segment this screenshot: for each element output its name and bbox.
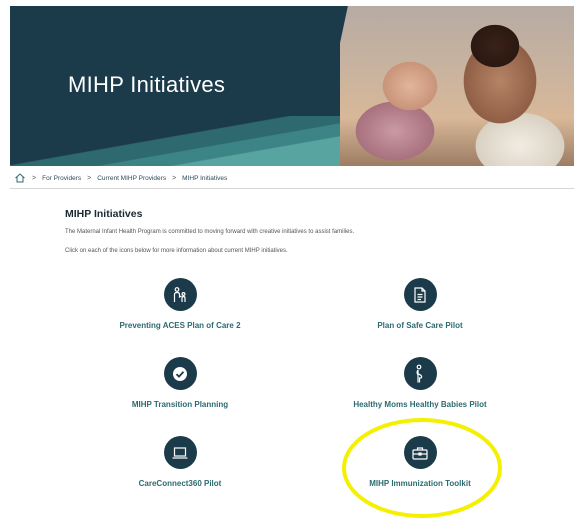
- breadcrumb-for-providers[interactable]: For Providers: [42, 175, 81, 182]
- intro-paragraph: The Maternal Infant Health Program is co…: [65, 229, 355, 235]
- initiative-careconnect360[interactable]: CareConnect360 Pilot: [90, 436, 270, 488]
- initiative-transition-planning[interactable]: MIHP Transition Planning: [90, 357, 270, 409]
- pregnant-person-icon[interactable]: [403, 357, 437, 390]
- home-icon[interactable]: [14, 172, 26, 184]
- initiative-label[interactable]: CareConnect360 Pilot: [90, 479, 270, 488]
- checkmark-icon[interactable]: [163, 357, 197, 390]
- initiative-healthy-moms[interactable]: Healthy Moms Healthy Babies Pilot: [330, 357, 510, 409]
- instructions-paragraph: Click on each of the icons below for mor…: [65, 248, 288, 254]
- initiative-plan-of-safe-care[interactable]: Plan of Safe Care Pilot: [330, 278, 510, 330]
- initiative-label[interactable]: Healthy Moms Healthy Babies Pilot: [330, 400, 510, 409]
- hero-teal-accent: [10, 116, 340, 166]
- breadcrumb-separator: >: [172, 174, 177, 182]
- breadcrumb-divider: [10, 188, 574, 189]
- hero-title: MIHP Initiatives: [68, 72, 226, 97]
- breadcrumb-separator: >: [32, 174, 37, 182]
- initiative-preventing-aces[interactable]: Preventing ACES Plan of Care 2: [90, 278, 270, 330]
- initiative-label[interactable]: MIHP Transition Planning: [90, 400, 270, 409]
- parent-child-icon[interactable]: [163, 278, 197, 311]
- document-icon[interactable]: [403, 278, 437, 311]
- breadcrumb-mihp-initiatives: MIHP Initiatives: [182, 174, 228, 182]
- breadcrumb-separator: >: [87, 174, 92, 182]
- breadcrumb: > For Providers > Current MIHP Providers…: [14, 171, 227, 185]
- hero-banner: MIHP Initiatives: [10, 6, 574, 166]
- highlight-circle: [342, 418, 502, 518]
- initiative-label[interactable]: Plan of Safe Care Pilot: [330, 321, 510, 330]
- breadcrumb-current-providers[interactable]: Current MIHP Providers: [97, 175, 166, 182]
- page-title: MIHP Initiatives: [65, 208, 143, 220]
- laptop-icon[interactable]: [163, 436, 197, 469]
- initiative-label[interactable]: Preventing ACES Plan of Care 2: [90, 321, 270, 330]
